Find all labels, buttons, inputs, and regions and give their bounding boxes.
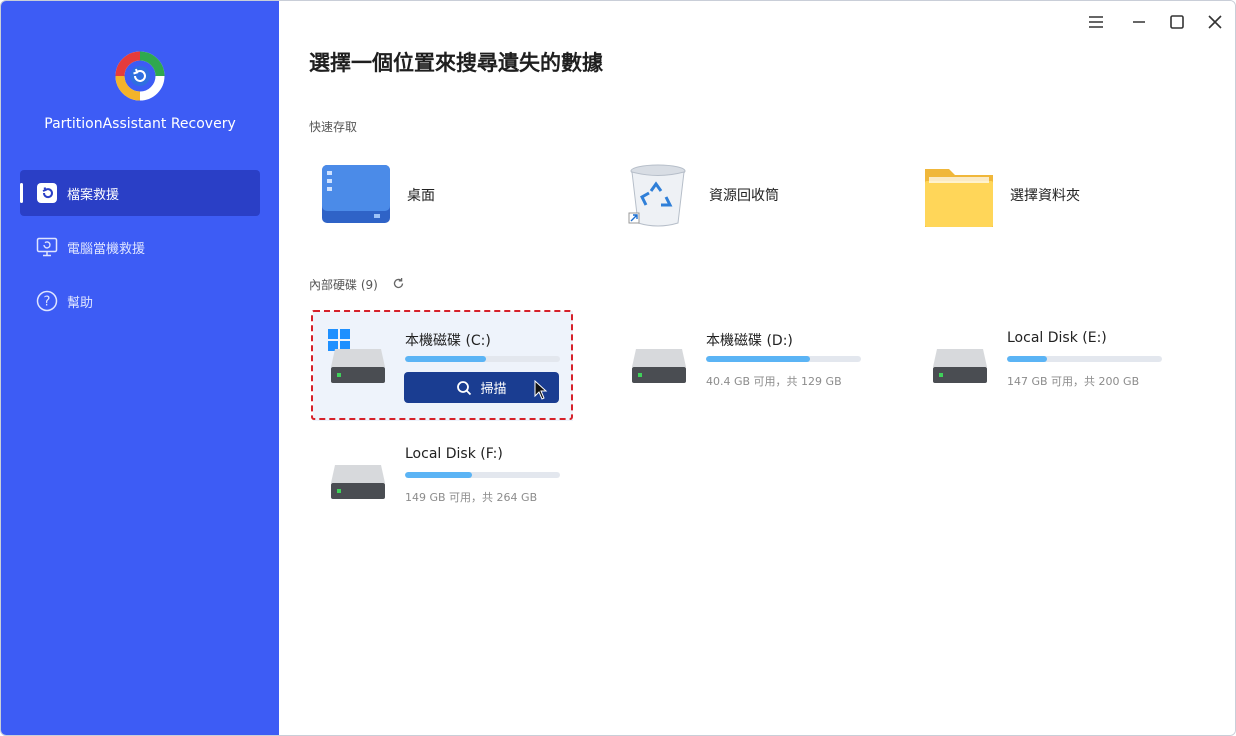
refresh-icon[interactable]	[392, 277, 405, 290]
recycle-bin-icon	[628, 164, 686, 227]
close-icon[interactable]	[1204, 11, 1226, 33]
hard-drive-icon	[331, 465, 385, 499]
disk-usage-bar	[405, 472, 560, 478]
file-restore-icon	[37, 183, 57, 203]
app-logo-icon	[115, 51, 165, 101]
disk-usage-bar	[405, 356, 560, 362]
hard-drive-icon	[632, 349, 686, 383]
minimize-icon[interactable]	[1128, 11, 1150, 33]
app-window: PartitionAssistant Recovery 檔案救援 電腦當機救援 …	[0, 0, 1236, 736]
internal-disks-label: 內部硬碟 (9)	[309, 278, 378, 292]
menu-icon[interactable]	[1085, 11, 1107, 33]
hard-drive-icon	[933, 349, 987, 383]
mouse-cursor-icon	[534, 380, 548, 400]
quick-item-label: 桌面	[407, 188, 435, 204]
svg-text:?: ?	[44, 295, 51, 310]
monitor-icon	[36, 237, 58, 257]
sidebar-item-label: 幫助	[67, 296, 94, 311]
disk-usage-bar	[706, 356, 861, 362]
quick-item-recycle-bin[interactable]: 資源回收筒	[623, 161, 843, 231]
folder-icon	[925, 169, 993, 227]
quick-item-desktop[interactable]: 桌面	[321, 161, 521, 231]
scan-button-label: 掃描	[480, 382, 507, 397]
search-icon	[457, 380, 472, 395]
sidebar-item-label: 電腦當機救援	[67, 242, 146, 257]
disk-name: 本機磁碟 (D:)	[706, 333, 793, 349]
quick-item-label: 資源回收筒	[709, 188, 779, 204]
sidebar-item-file-recovery[interactable]: 檔案救援	[20, 170, 260, 216]
disk-card-c[interactable]: 本機磁碟 (C:) 掃描	[313, 311, 573, 421]
disk-card-e[interactable]: Local Disk (E:) 147 GB 可用，共 200 GB	[915, 311, 1175, 421]
page-title: 選擇一個位置來搜尋遺失的數據	[309, 51, 603, 75]
quick-access-label: 快速存取	[309, 120, 358, 134]
disk-name: 本機磁碟 (C:)	[405, 333, 491, 349]
main-panel: 選擇一個位置來搜尋遺失的數據 快速存取 桌面 資源回收筒 選擇資料夾 內部硬碟 …	[279, 1, 1235, 735]
active-indicator	[20, 183, 23, 203]
disk-info: 149 GB 可用，共 264 GB	[405, 491, 538, 504]
sidebar-item-label: 檔案救援	[67, 188, 120, 203]
quick-item-label: 選擇資料夾	[1010, 188, 1080, 204]
disk-card-f[interactable]: Local Disk (F:) 149 GB 可用，共 264 GB	[313, 427, 573, 537]
app-name: PartitionAssistant Recovery	[44, 116, 236, 132]
sidebar: PartitionAssistant Recovery 檔案救援 電腦當機救援 …	[1, 1, 279, 735]
disk-card-d[interactable]: 本機磁碟 (D:) 40.4 GB 可用，共 129 GB	[614, 311, 874, 421]
disk-name: Local Disk (E:)	[1007, 330, 1107, 346]
sidebar-item-help[interactable]: ? 幫助	[20, 278, 260, 324]
disk-name: Local Disk (F:)	[405, 446, 503, 462]
hard-drive-icon	[331, 349, 385, 383]
disk-info: 147 GB 可用，共 200 GB	[1007, 375, 1140, 388]
disk-info: 40.4 GB 可用，共 129 GB	[706, 375, 842, 388]
desktop-icon	[322, 165, 390, 223]
sidebar-item-crash-recovery[interactable]: 電腦當機救援	[20, 224, 260, 270]
quick-item-select-folder[interactable]: 選擇資料夾	[924, 161, 1164, 231]
disk-usage-bar	[1007, 356, 1162, 362]
maximize-icon[interactable]	[1166, 11, 1188, 33]
help-icon: ?	[36, 290, 58, 312]
